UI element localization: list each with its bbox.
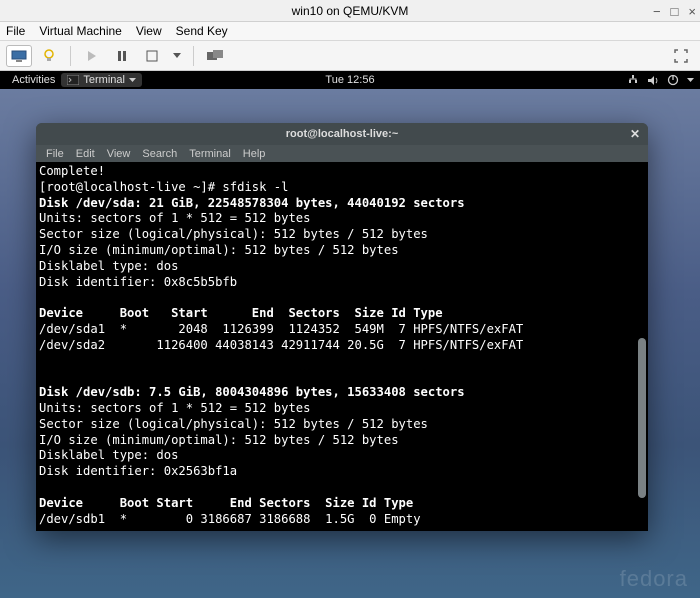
out-line: I/O size (minimum/optimal): 512 bytes / … xyxy=(39,243,399,257)
host-toolbar xyxy=(0,41,700,71)
fedora-watermark: fedora xyxy=(620,566,688,592)
terminal-title-text: root@localhost-live:~ xyxy=(286,128,399,140)
out-line: Units: sectors of 1 * 512 = 512 bytes xyxy=(39,401,311,415)
power-icon xyxy=(146,50,158,62)
volume-icon xyxy=(647,75,659,86)
terminal-titlebar[interactable]: root@localhost-live:~ ✕ xyxy=(36,123,648,145)
out-line: Disklabel type: dos xyxy=(39,259,178,273)
term-menu-file[interactable]: File xyxy=(46,148,64,160)
gnome-topbar: Activities Terminal Tue 12:56 xyxy=(0,71,700,89)
snapshot-icon xyxy=(207,50,223,62)
menu-send-key[interactable]: Send Key xyxy=(176,24,228,38)
chevron-down-icon xyxy=(129,78,136,82)
desktop: root@localhost-live:~ ✕ File Edit View S… xyxy=(0,89,700,598)
out-line: Device Boot Start End Sectors Size Id Ty… xyxy=(39,306,443,320)
out-line: I/O size (minimum/optimal): 512 bytes / … xyxy=(39,433,399,447)
close-icon[interactable]: × xyxy=(688,4,696,19)
details-button[interactable] xyxy=(36,45,62,67)
terminal-icon xyxy=(67,75,79,85)
fullscreen-icon xyxy=(674,49,688,63)
close-icon[interactable]: ✕ xyxy=(630,127,640,141)
system-tray[interactable] xyxy=(627,74,694,86)
host-title-text: win10 on QEMU/KVM xyxy=(292,4,409,18)
monitor-icon xyxy=(11,50,27,62)
app-menu-label: Terminal xyxy=(83,74,125,86)
out-line: Complete! xyxy=(39,164,105,178)
term-menu-search[interactable]: Search xyxy=(142,148,177,160)
out-line: /dev/sda2 1126400 44038143 42911744 20.5… xyxy=(39,338,523,352)
host-menubar: File Virtual Machine View Send Key xyxy=(0,22,700,41)
pause-button[interactable] xyxy=(109,45,135,67)
menu-file[interactable]: File xyxy=(6,24,25,38)
out-line: Sector size (logical/physical): 512 byte… xyxy=(39,227,428,241)
maximize-icon[interactable]: □ xyxy=(671,4,679,19)
terminal-output[interactable]: Complete! [root@localhost-live ~]# sfdis… xyxy=(36,162,648,531)
menu-view[interactable]: View xyxy=(136,24,162,38)
minimize-icon[interactable]: − xyxy=(653,4,661,19)
chevron-down-icon xyxy=(687,78,694,82)
out-line: Disklabel type: dos xyxy=(39,448,178,462)
out-line: Disk /dev/sda: 21 GiB, 22548578304 bytes… xyxy=(39,196,465,210)
out-line: Units: sectors of 1 * 512 = 512 bytes xyxy=(39,211,311,225)
out-line: [root@localhost-live ~]# sfdisk -l xyxy=(39,180,288,194)
out-line: Device Boot Start End Sectors Size Id Ty… xyxy=(39,496,413,510)
out-line: Disk identifier: 0x8c5b5bfb xyxy=(39,275,237,289)
activities-button[interactable]: Activities xyxy=(6,74,61,86)
term-menu-edit[interactable]: Edit xyxy=(76,148,95,160)
fullscreen-button[interactable] xyxy=(668,45,694,67)
lightbulb-icon xyxy=(43,49,55,63)
chevron-down-icon xyxy=(173,53,181,58)
shutdown-button[interactable] xyxy=(139,45,165,67)
term-menu-help[interactable]: Help xyxy=(243,148,266,160)
shutdown-menu-button[interactable] xyxy=(169,45,185,67)
out-line: Sector size (logical/physical): 512 byte… xyxy=(39,417,428,431)
snapshots-button[interactable] xyxy=(202,45,228,67)
toolbar-separator xyxy=(193,46,194,66)
terminal-menubar: File Edit View Search Terminal Help xyxy=(36,145,648,162)
out-line: Disk /dev/sdb: 7.5 GiB, 8004304896 bytes… xyxy=(39,385,465,399)
host-titlebar: win10 on QEMU/KVM − □ × xyxy=(0,0,700,22)
network-icon xyxy=(627,75,639,86)
console-button[interactable] xyxy=(6,45,32,67)
scrollbar[interactable] xyxy=(638,338,646,498)
term-menu-view[interactable]: View xyxy=(107,148,131,160)
power-icon xyxy=(667,74,679,86)
play-icon xyxy=(87,51,97,61)
toolbar-separator xyxy=(70,46,71,66)
out-line: /dev/sda1 * 2048 1126399 1124352 549M 7 … xyxy=(39,322,523,336)
run-button[interactable] xyxy=(79,45,105,67)
terminal-window: root@localhost-live:~ ✕ File Edit View S… xyxy=(36,123,648,531)
out-line: Disk identifier: 0x2563bf1a xyxy=(39,464,237,478)
clock[interactable]: Tue 12:56 xyxy=(325,74,374,86)
app-menu-button[interactable]: Terminal xyxy=(61,73,142,87)
menu-virtual-machine[interactable]: Virtual Machine xyxy=(39,24,122,38)
term-menu-terminal[interactable]: Terminal xyxy=(189,148,231,160)
out-line: /dev/sdb1 * 0 3186687 3186688 1.5G 0 Emp… xyxy=(39,512,421,526)
pause-icon xyxy=(117,51,127,61)
host-window-controls: − □ × xyxy=(653,0,696,22)
